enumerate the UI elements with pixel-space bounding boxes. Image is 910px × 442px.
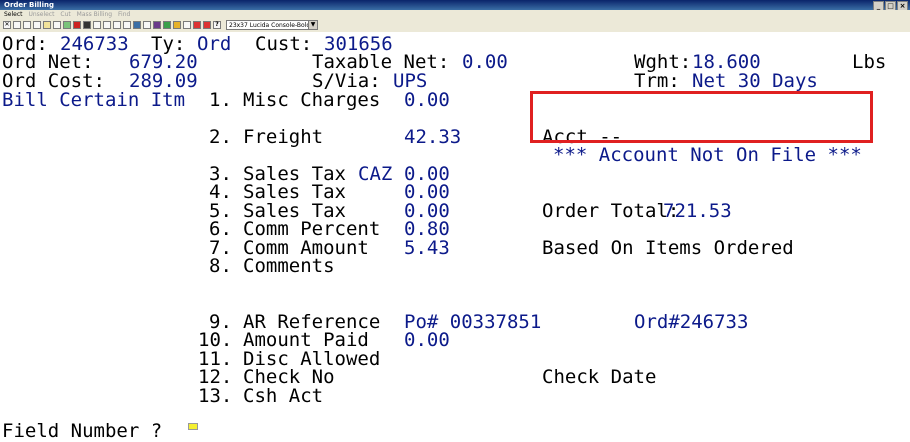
bill-mode: Bill Certain Itm	[2, 89, 186, 111]
paste-icon[interactable]	[33, 21, 41, 29]
order-total-label: Order Total:	[542, 200, 680, 222]
error-icon[interactable]	[203, 21, 211, 29]
menu-item-unselect[interactable]: Unselect	[28, 11, 54, 18]
field-number-input[interactable]	[188, 423, 198, 430]
lock-icon[interactable]	[173, 21, 181, 29]
check-date-label: Check Date	[542, 366, 657, 388]
field-value[interactable]: 5.43	[404, 239, 450, 258]
font-selector[interactable]: 23x37 Lucida Console-Bold ▼	[226, 20, 318, 30]
mail-icon[interactable]	[183, 21, 191, 29]
find-icon[interactable]	[113, 21, 121, 29]
refresh-icon[interactable]	[63, 21, 71, 29]
order-total-value: 721.53	[663, 200, 732, 222]
globe-icon[interactable]	[163, 21, 171, 29]
ty-value: Ord	[197, 33, 232, 55]
account-not-on-file-message: *** Account Not On File ***	[553, 144, 862, 166]
alert-icon[interactable]	[193, 21, 201, 29]
chevron-down-icon[interactable]: ▼	[308, 21, 317, 29]
wght-unit: Lbs	[852, 51, 887, 73]
field-label[interactable]: Misc Charges	[243, 91, 380, 110]
chart-icon[interactable]	[93, 21, 101, 29]
user-icon[interactable]	[103, 21, 111, 29]
prompt-area: Field Number ?	[0, 422, 910, 441]
title-bar: Order Billing _ □ ×	[0, 0, 910, 11]
account-alert-highlight	[530, 91, 873, 143]
font-selector-value: 23x37 Lucida Console-Bold	[229, 22, 311, 29]
wrench-icon[interactable]	[123, 21, 131, 29]
field-label[interactable]: Freight	[243, 128, 323, 147]
field-number: 13.	[198, 385, 233, 407]
menu-bar: Select Unselect Cut Mass Billing Find	[0, 10, 910, 19]
person-icon[interactable]	[143, 21, 151, 29]
ar-order-reference: Ord#246733	[634, 311, 749, 333]
field-number: 2.	[209, 126, 232, 148]
book-icon[interactable]	[133, 21, 141, 29]
field-number: 8.	[209, 255, 232, 277]
toolbar: ✕ ?	[0, 19, 910, 33]
field-value[interactable]: 42.33	[404, 128, 461, 147]
terms-label: Trm:	[634, 70, 680, 92]
copy-icon[interactable]	[23, 21, 31, 29]
menu-item-cut[interactable]: Cut	[60, 11, 70, 18]
terms-value: Net 30 Days	[692, 70, 818, 92]
cust-label: Cust:	[255, 33, 313, 55]
field-value[interactable]: 0.00	[404, 91, 450, 110]
field-value[interactable]: 0.00	[404, 331, 450, 350]
tax-code: CAZ	[358, 163, 393, 185]
menu-item-mass-billing[interactable]: Mass Billing	[77, 11, 112, 18]
window-title: Order Billing	[4, 1, 54, 9]
close-x-icon[interactable]: ✕	[3, 21, 11, 29]
field-label[interactable]: Csh Act	[243, 387, 323, 406]
menu-item-select[interactable]: Select	[4, 11, 23, 18]
taxable-net-value: 0.00	[462, 51, 508, 73]
record-icon[interactable]	[83, 21, 91, 29]
field-number: 1.	[209, 89, 232, 111]
new-icon[interactable]	[13, 21, 21, 29]
undo-icon[interactable]	[53, 21, 61, 29]
folder-icon[interactable]	[43, 21, 51, 29]
stop-icon[interactable]	[73, 21, 81, 29]
field-number-prompt: Field Number ?	[2, 420, 163, 442]
help-icon[interactable]: ?	[213, 21, 221, 29]
comm-basis-text: Based On Items Ordered	[542, 237, 794, 259]
field-label[interactable]: Comments	[243, 257, 335, 276]
flag-icon[interactable]	[153, 21, 161, 29]
menu-item-find[interactable]: Find	[118, 11, 130, 18]
